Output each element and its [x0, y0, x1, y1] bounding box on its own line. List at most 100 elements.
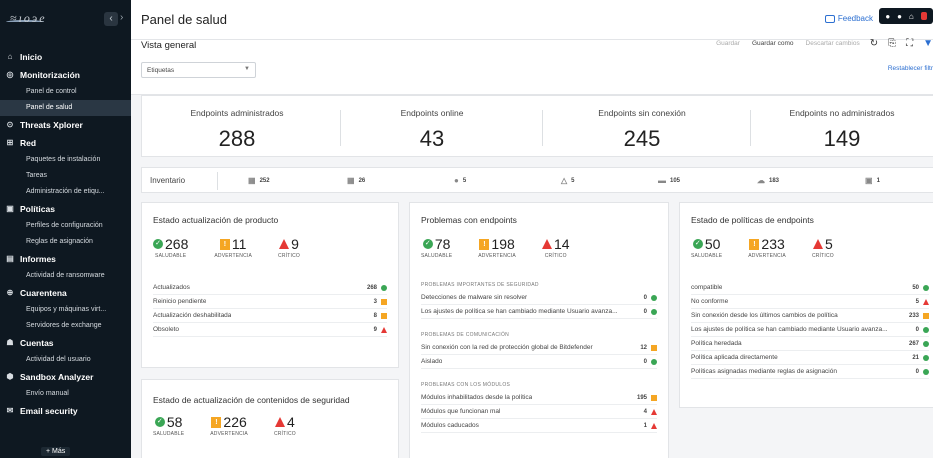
summary-healthy[interactable]: ✓ 58 SALUDABLE: [153, 414, 184, 437]
filter-icon[interactable]: ▼: [923, 38, 933, 49]
list-item[interactable]: Módulos que funcionan mal 4: [421, 405, 657, 419]
inventory-cloud[interactable]: ☁ 183: [757, 176, 779, 185]
widget-title: Problemas con endpoints: [421, 215, 517, 225]
sidebar-item[interactable]: Panel de salud: [0, 100, 131, 116]
notification-badge[interactable]: [920, 12, 927, 20]
sidebar-item[interactable]: Perfiles de configuración: [0, 218, 131, 234]
list-item[interactable]: compatible 50: [691, 281, 929, 295]
list-item[interactable]: Reinicio pendiente 3: [153, 295, 387, 309]
inventory-windows[interactable]: ▦ 252: [248, 176, 270, 185]
nav-section-label: Informes: [20, 254, 56, 264]
reset-filters-link[interactable]: Restablecer filtr: [888, 65, 933, 72]
nav-section[interactable]: ▣ Políticas: [0, 200, 131, 218]
bell-icon[interactable]: ●: [897, 12, 902, 21]
save-button[interactable]: Guardar: [716, 40, 740, 47]
check-icon: [651, 294, 657, 301]
nav-section[interactable]: ✉ Email security: [0, 402, 131, 420]
list-item[interactable]: Actualización deshabilitada 8: [153, 309, 387, 323]
save-as-button[interactable]: Guardar como: [752, 40, 794, 47]
list-item[interactable]: Políticas asignadas mediante reglas de a…: [691, 365, 929, 379]
metric-managed[interactable]: Endpoints administrados 288: [142, 96, 332, 158]
critical-icon: [651, 408, 657, 415]
nav-section[interactable]: ⬢ Sandbox Analyzer: [0, 368, 131, 386]
home-shortcut-icon[interactable]: ⌂: [909, 12, 914, 21]
list-item[interactable]: Sin conexión con la red de protección gl…: [421, 341, 657, 355]
discard-changes-button[interactable]: Descartar cambios: [806, 40, 860, 47]
warning-icon: [651, 344, 657, 351]
refresh-icon[interactable]: ↻: [870, 38, 878, 49]
row-count: 233: [908, 312, 919, 319]
list-item[interactable]: No conforme 5: [691, 295, 929, 309]
summary-healthy[interactable]: ✓ 50 SALUDABLE: [691, 236, 722, 259]
summary-warning[interactable]: ! 11 ADVERTENCIA: [214, 236, 252, 259]
nav-section[interactable]: ⊞ Red: [0, 134, 131, 152]
summary-warning[interactable]: ! 226 ADVERTENCIA: [210, 414, 248, 437]
apple-icon: ●: [454, 176, 459, 185]
summary-healthy[interactable]: ✓ 78 SALUDABLE: [421, 236, 452, 259]
list-item[interactable]: Aislado 0: [421, 355, 657, 369]
row-label: Sin conexión desde los últimos cambios d…: [691, 312, 838, 319]
summary-healthy[interactable]: ✓ 268 SALUDABLE: [153, 236, 188, 259]
list-item[interactable]: Actualizados 268: [153, 281, 387, 295]
nav-section[interactable]: ▤ Informes: [0, 250, 131, 268]
inventory-count: 5: [571, 177, 575, 184]
tags-select[interactable]: Etiquetas ▼: [141, 62, 256, 78]
inventory-linux[interactable]: △ 5: [561, 176, 575, 185]
list-item[interactable]: Los ajustes de política se han cambiado …: [691, 323, 929, 337]
sidebar-item[interactable]: Envío manual: [0, 386, 131, 402]
sidebar-item[interactable]: Actividad del usuario: [0, 352, 131, 368]
expand-icon[interactable]: ⛶: [906, 38, 913, 49]
list-item[interactable]: Obsoleto 9: [153, 323, 387, 337]
sidebar-item[interactable]: Paquetes de instalación: [0, 152, 131, 168]
list-item[interactable]: Módulos inhabilitados desde la política 1…: [421, 391, 657, 405]
summary-value: 226: [223, 414, 247, 430]
more-button[interactable]: + Más: [41, 447, 71, 456]
metric-offline[interactable]: Endpoints sin conexión 245: [527, 96, 757, 158]
collapse-sidebar-button[interactable]: ‹: [104, 12, 118, 26]
export-icon[interactable]: ⎘: [888, 38, 896, 49]
nav-section-label: Inicio: [20, 52, 43, 62]
sidebar-item[interactable]: Reglas de asignación: [0, 234, 131, 250]
metric-online[interactable]: Endpoints online 43: [337, 96, 527, 158]
list-item[interactable]: Política heredada 267: [691, 337, 929, 351]
sidebar-item[interactable]: Panel de control: [0, 84, 131, 100]
summary-critical[interactable]: 4 CRÍTICO: [274, 414, 296, 437]
row-value: 233: [908, 312, 929, 319]
inventory-desktop[interactable]: ▬ 105: [658, 176, 680, 185]
accounts-icon: ☗: [6, 338, 14, 347]
nav-section[interactable]: ⊕ Cuarentena: [0, 284, 131, 302]
sidebar-item[interactable]: Actividad de ransomware: [0, 268, 131, 284]
row-value: 3: [374, 298, 387, 305]
chevron-right-icon[interactable]: ›: [120, 12, 123, 23]
nav-section[interactable]: ◎ Monitorización: [0, 66, 131, 84]
widget-title: Estado actualización de producto: [153, 215, 279, 225]
user-icon[interactable]: ●: [885, 12, 890, 21]
feedback-button[interactable]: Feedback: [824, 14, 873, 23]
nav-section[interactable]: ⌂ Inicio: [0, 48, 131, 66]
inventory-tablet[interactable]: ▣ 1: [865, 176, 880, 185]
critical-icon: [381, 326, 387, 333]
summary-critical[interactable]: 9 CRÍTICO: [278, 236, 300, 259]
list-item[interactable]: Módulos caducados 1: [421, 419, 657, 433]
inventory-mac[interactable]: ● 5: [454, 176, 466, 185]
sidebar-item[interactable]: Tareas: [0, 168, 131, 184]
list-item[interactable]: Política aplicada directamente 21: [691, 351, 929, 365]
inventory-count: 183: [769, 177, 780, 184]
list-item[interactable]: Detecciones de malware sin resolver 0: [421, 291, 657, 305]
nav-section[interactable]: ⊙ Threats Xplorer: [0, 116, 131, 134]
summary-warning[interactable]: ! 198 ADVERTENCIA: [478, 236, 516, 259]
sidebar-item[interactable]: Equipos y máquinas virt...: [0, 302, 131, 318]
list-item[interactable]: Sin conexión desde los últimos cambios d…: [691, 309, 929, 323]
sidebar-item[interactable]: Servidores de exchange: [0, 318, 131, 334]
nav-section[interactable]: ☗ Cuentas: [0, 334, 131, 352]
inventory-windows-server[interactable]: ▦ 26: [347, 176, 365, 185]
metric-unmanaged[interactable]: Endpoints no administrados 149: [742, 96, 933, 158]
sidebar-item[interactable]: Administración de etiqu...: [0, 184, 131, 200]
summary-critical[interactable]: 5 CRÍTICO: [812, 236, 834, 259]
quarantine-icon: ⊕: [6, 288, 14, 297]
summary-warning[interactable]: ! 233 ADVERTENCIA: [748, 236, 786, 259]
summary-critical[interactable]: 14 CRÍTICO: [541, 236, 570, 259]
tablet-icon: ▣: [865, 176, 873, 185]
list-item[interactable]: Los ajustes de política se han cambiado …: [421, 305, 657, 319]
row-label: No conforme: [691, 298, 729, 305]
